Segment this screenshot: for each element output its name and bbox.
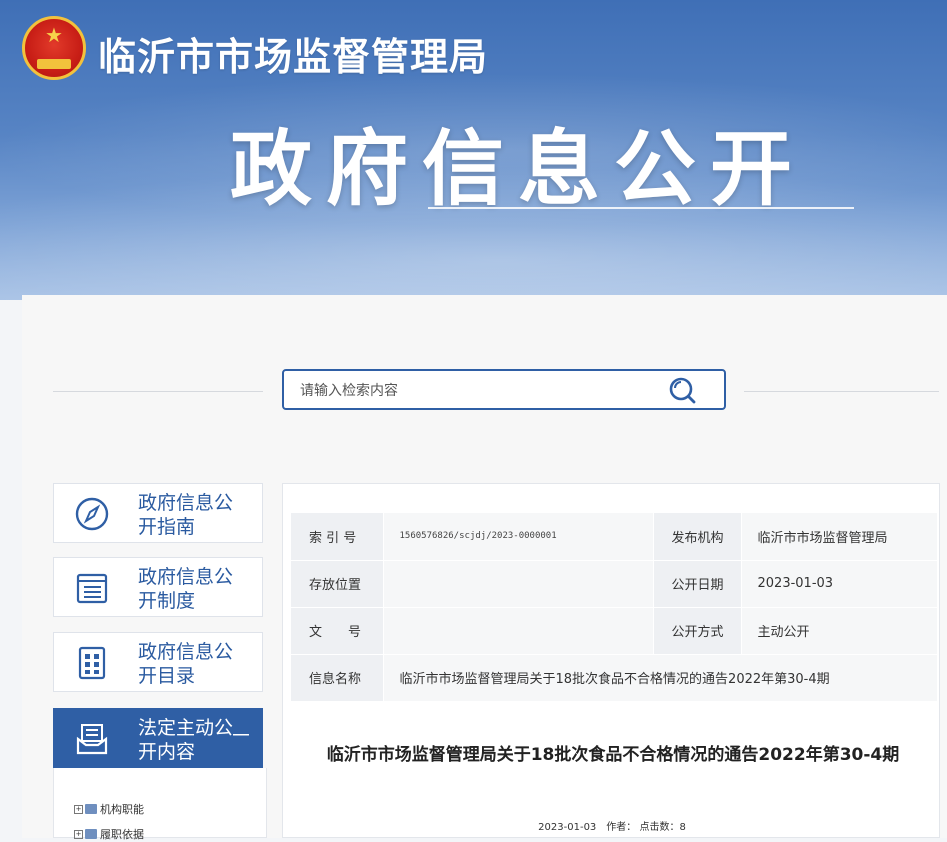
sidebar-item-label: 政府信息公开目录 xyxy=(138,641,234,687)
search-input[interactable] xyxy=(298,380,662,402)
document-list-icon xyxy=(76,573,108,604)
sidebar-item-active-disclosure[interactable]: 法定主动公开内容 － xyxy=(53,708,263,768)
meta-table: 索 引 号 1560576826/scjdj/2023-0000001 发布机构… xyxy=(291,513,937,702)
article-content: 索 引 号 1560576826/scjdj/2023-0000001 发布机构… xyxy=(282,483,940,838)
banner-title: 政府信息公开 xyxy=(230,122,807,217)
sidebar-item-guide[interactable]: 政府信息公开指南 xyxy=(53,483,263,543)
site-title[interactable]: 临沂市市场监督管理局 xyxy=(98,26,488,81)
compass-icon xyxy=(75,497,109,531)
tree-item-org-functions[interactable]: + 机构职能 xyxy=(74,801,144,817)
table-row: 文 号 公开方式 主动公开 xyxy=(291,607,937,655)
inbox-icon xyxy=(76,724,108,755)
search-divider-right xyxy=(744,391,939,392)
search-box xyxy=(282,369,726,410)
national-emblem-icon: ★ xyxy=(22,16,86,80)
article-meta: 2023-01-03 作者： 点击数：8 xyxy=(538,822,686,833)
sidebar-item-catalog[interactable]: 政府信息公开目录 xyxy=(53,632,263,692)
banner-divider xyxy=(428,207,854,209)
expand-icon[interactable]: + xyxy=(74,829,83,839)
category-tree: + 机构职能 + 履职依据 xyxy=(53,768,267,841)
search-divider-left xyxy=(53,391,263,392)
sidebar-item-label: 政府信息公开指南 xyxy=(138,492,234,538)
table-row: 索 引 号 1560576826/scjdj/2023-0000001 发布机构… xyxy=(291,513,937,561)
article-title: 临沂市市场监督管理局关于18批次食品不合格情况的通告2022年第30-4期 xyxy=(326,745,900,765)
header-banner: ★ 临沂市市场监督管理局 政府信息公开 xyxy=(0,0,947,300)
sidebar-item-system[interactable]: 政府信息公开制度 xyxy=(53,557,263,617)
search-icon[interactable] xyxy=(668,376,696,404)
collapse-toggle-icon[interactable]: － xyxy=(230,725,252,749)
grid-catalog-icon xyxy=(78,646,106,680)
folder-icon xyxy=(85,804,97,814)
expand-icon[interactable]: + xyxy=(74,804,83,814)
table-row: 信息名称 临沂市市场监督管理局关于18批次食品不合格情况的通告2022年第30-… xyxy=(291,654,937,702)
tree-item-basis[interactable]: + 履职依据 xyxy=(74,826,144,842)
table-row: 存放位置 公开日期 2023-01-03 xyxy=(291,560,937,608)
sidebar-item-label: 政府信息公开制度 xyxy=(138,566,234,612)
